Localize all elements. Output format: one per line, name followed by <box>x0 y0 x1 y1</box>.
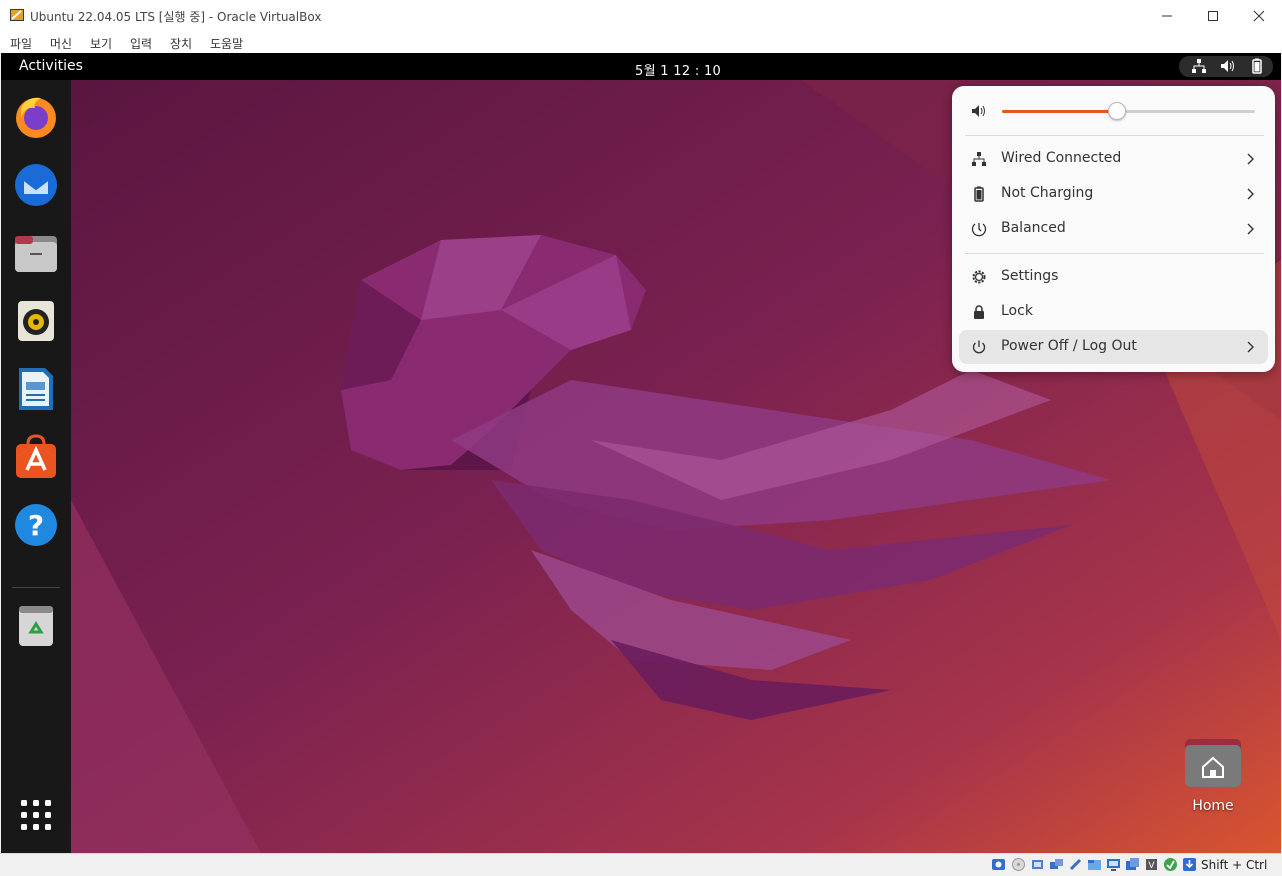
shared-folders-icon[interactable] <box>1087 857 1102 872</box>
home-folder-icon[interactable] <box>1183 737 1243 789</box>
thunderbird-icon <box>15 164 57 206</box>
software-store-icon <box>16 434 56 478</box>
volume-icon <box>1221 60 1234 72</box>
settings-item[interactable]: Settings <box>959 260 1268 294</box>
settings-label: Settings <box>1001 268 1059 284</box>
show-apps-button[interactable] <box>13 793 59 839</box>
clock[interactable]: 5월 1 12 : 10 <box>635 60 721 79</box>
quick-settings-menu: Wired Connected Not Charging Balanced Se… <box>952 86 1275 372</box>
window-title: Ubuntu 22.04.05 LTS [실행 중] - Oracle Virt… <box>30 10 322 24</box>
host-key-icon[interactable] <box>1182 857 1197 872</box>
settings-gear-icon <box>972 270 986 284</box>
dock-files[interactable] <box>13 230 59 276</box>
writer-icon <box>19 368 53 410</box>
chevron-right-icon <box>1247 153 1254 165</box>
guest-screen: Activities 5월 1 12 : 10 ? Home Wired Con… <box>1 53 1281 853</box>
dock-trash[interactable] <box>13 602 59 648</box>
vbox-menubar: 파일 머신 보기 입력 장치 도움말 <box>0 31 1282 53</box>
network-adapter-icon[interactable] <box>1049 857 1064 872</box>
display-icon[interactable] <box>1106 857 1121 872</box>
power-mode-item[interactable]: Balanced <box>959 212 1268 246</box>
dock-rhythmbox[interactable] <box>13 298 59 344</box>
volume-slider[interactable] <box>1002 102 1255 120</box>
power-mode-icon <box>971 223 987 237</box>
optical-drive-icon[interactable] <box>1011 857 1026 872</box>
close-button[interactable] <box>1236 0 1282 31</box>
wired-connected-label: Wired Connected <box>1001 150 1122 166</box>
maximize-icon <box>1208 10 1218 21</box>
chevron-right-icon <box>1247 223 1254 235</box>
dock-thunderbird[interactable] <box>13 162 59 208</box>
dock-help[interactable]: ? <box>13 502 59 548</box>
minimize-icon <box>1162 15 1172 16</box>
svg-text:?: ? <box>28 509 44 542</box>
power-off-log-out-item[interactable]: Power Off / Log Out <box>959 330 1268 364</box>
recording-icon[interactable] <box>1125 857 1140 872</box>
power-icon <box>972 340 986 354</box>
guest-additions-icon[interactable] <box>1163 857 1178 872</box>
menu-file[interactable]: 파일 <box>10 35 32 52</box>
cpu-icon[interactable]: V <box>1144 857 1159 872</box>
firefox-icon <box>16 97 56 138</box>
host-key-label: Shift + Ctrl <box>1201 858 1268 872</box>
lock-label: Lock <box>1001 303 1033 319</box>
dock-ubuntu-software[interactable] <box>13 434 59 480</box>
power-mode-label: Balanced <box>1001 220 1066 236</box>
files-icon <box>15 236 57 272</box>
svg-text:V: V <box>1148 861 1155 871</box>
wired-connected-item[interactable]: Wired Connected <box>959 142 1268 176</box>
minimize-button[interactable] <box>1144 0 1190 31</box>
volume-slider-knob[interactable] <box>1107 102 1126 120</box>
menu-separator <box>965 135 1264 136</box>
home-folder-label[interactable]: Home <box>1171 798 1255 814</box>
dock: ? <box>1 80 71 853</box>
gnome-top-bar: Activities 5월 1 12 : 10 <box>1 53 1281 80</box>
activities-button[interactable]: Activities <box>19 58 83 74</box>
menu-help[interactable]: 도움말 <box>210 35 243 52</box>
rhythmbox-icon <box>18 301 54 341</box>
menu-devices[interactable]: 장치 <box>170 35 192 52</box>
vbox-status-bar: V Shift + Ctrl <box>0 853 1282 876</box>
battery-icon <box>974 186 984 202</box>
dock-separator <box>12 587 60 588</box>
vbox-titlebar: Ubuntu 22.04.05 LTS [실행 중] - Oracle Virt… <box>0 0 1282 32</box>
menu-input[interactable]: 입력 <box>130 35 152 52</box>
help-icon: ? <box>15 504 57 546</box>
close-icon <box>1253 10 1265 21</box>
trash-icon <box>19 606 53 646</box>
volume-icon <box>972 105 985 117</box>
chevron-right-icon <box>1247 341 1254 353</box>
audio-icon[interactable] <box>1030 857 1045 872</box>
network-icon <box>1192 59 1206 73</box>
lock-icon <box>974 305 984 319</box>
power-off-log-out-label: Power Off / Log Out <box>1001 338 1137 354</box>
usb-icon[interactable] <box>1068 857 1083 872</box>
dock-libreoffice-writer[interactable] <box>13 366 59 412</box>
battery-label: Not Charging <box>1001 185 1094 201</box>
menu-machine[interactable]: 머신 <box>50 35 72 52</box>
lock-item[interactable]: Lock <box>959 295 1268 329</box>
volume-slider-fill <box>1002 110 1116 113</box>
chevron-right-icon <box>1247 188 1254 200</box>
maximize-button[interactable] <box>1190 0 1236 31</box>
dock-firefox[interactable] <box>13 94 59 140</box>
battery-item[interactable]: Not Charging <box>959 177 1268 211</box>
show-apps-icon <box>21 800 51 830</box>
virtualbox-app-icon <box>10 9 24 21</box>
hard-disk-icon[interactable] <box>991 857 1006 872</box>
network-icon <box>972 152 986 166</box>
menu-separator <box>965 253 1264 254</box>
system-tray[interactable] <box>1179 56 1273 77</box>
battery-icon <box>1252 58 1262 74</box>
menu-view[interactable]: 보기 <box>90 35 112 52</box>
